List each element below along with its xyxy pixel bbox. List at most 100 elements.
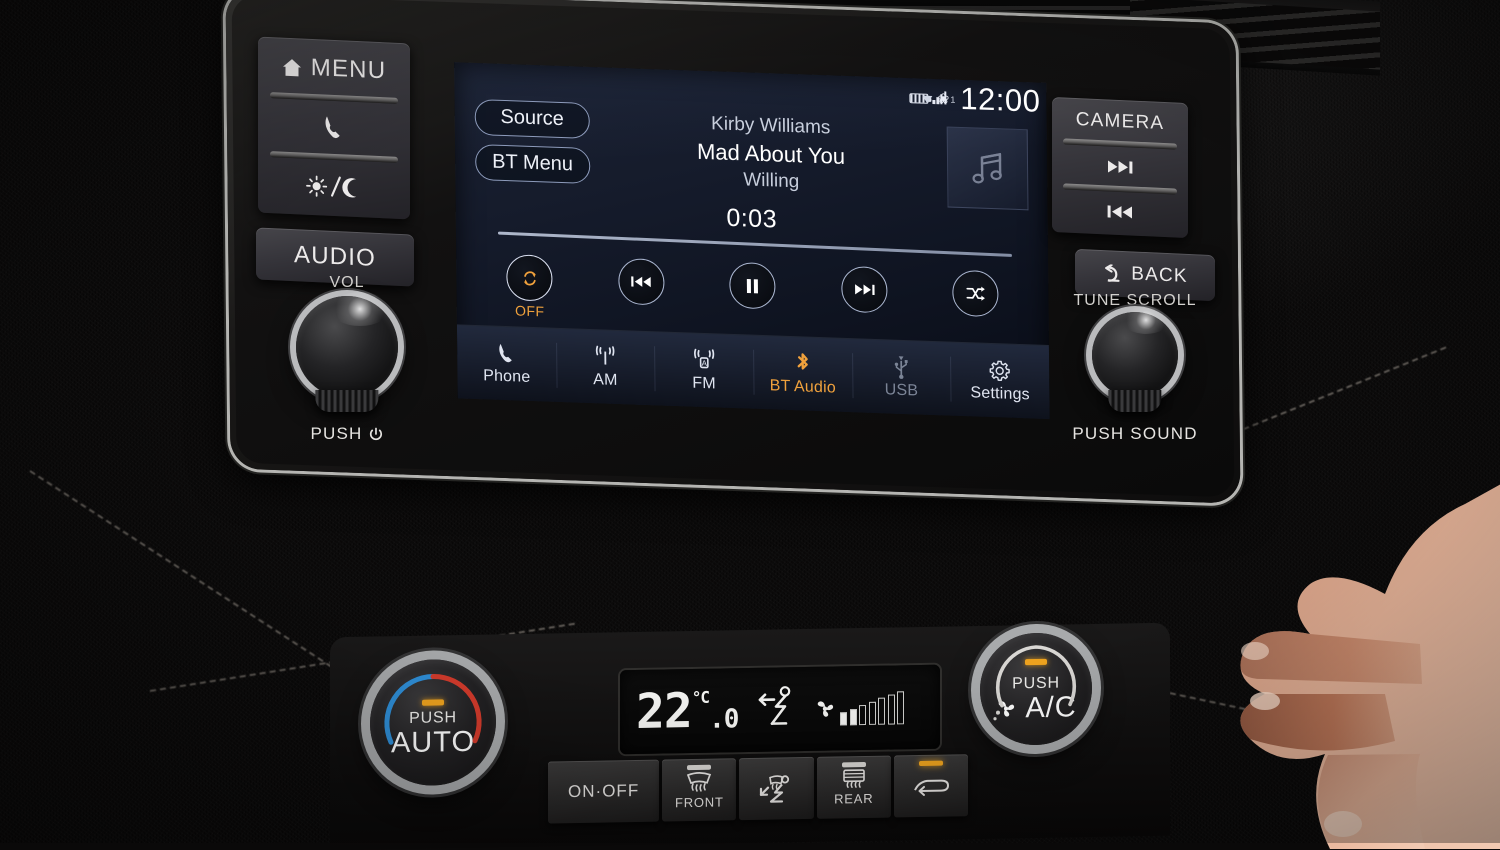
now-playing-info: Kirby Williams Mad About You Willing — [633, 108, 910, 199]
fan-knob[interactable]: PUSH A/C — [980, 632, 1092, 746]
shuffle-button[interactable] — [950, 270, 1000, 318]
back-arrow-icon — [1102, 264, 1124, 283]
airflow-face-icon — [752, 683, 800, 736]
pause-icon — [744, 277, 760, 295]
fan-arc — [980, 632, 1092, 746]
source-button[interactable]: Source — [475, 99, 590, 139]
volume-knob[interactable] — [296, 296, 398, 398]
next-track-button[interactable] — [839, 266, 889, 314]
climate-control-panel: 22 °C .0 ON·OFF — [330, 623, 1170, 850]
tab-label: FM — [692, 375, 716, 394]
day-night-button[interactable] — [258, 154, 410, 220]
tab-phone[interactable]: Phone — [457, 325, 556, 401]
clock: 12:00 — [960, 83, 1040, 118]
vol-label: VOL — [329, 274, 364, 292]
fan-icon — [814, 697, 836, 719]
recirculate-button[interactable] — [894, 754, 968, 817]
fan-bar — [850, 709, 857, 726]
fm-radio-icon: A — [690, 347, 718, 372]
tune-knob-assembly: TUNE SCROLL PUSH SOUND — [1092, 312, 1178, 398]
rear-defrost-led — [842, 762, 866, 767]
temperature-readout: 22 °C .0 — [636, 686, 738, 736]
repeat-icon-wrap — [506, 254, 552, 302]
album-art-placeholder — [947, 126, 1029, 210]
tab-fm[interactable]: A FM — [654, 332, 753, 408]
rear-defrost-label: REAR — [834, 791, 873, 807]
temperature-value: 22 — [636, 687, 692, 736]
screen-pill-buttons: Source BT Menu — [475, 99, 591, 184]
usb-icon — [893, 355, 909, 380]
airflow-mode-icon — [758, 773, 796, 804]
bluetooth-icon — [794, 351, 811, 376]
fan-indicator — [1025, 659, 1047, 665]
shuffle-icon — [964, 284, 986, 303]
fan-bar — [878, 698, 885, 725]
front-defrost-led — [687, 765, 711, 770]
previous-icon — [630, 273, 652, 290]
next-icon — [853, 281, 875, 298]
temperature-indicator — [422, 699, 444, 705]
bluetooth-device-count: 1 — [950, 94, 955, 104]
repeat-state-label: OFF — [515, 302, 545, 319]
repeat-button[interactable]: OFF — [504, 254, 555, 320]
am-radio-icon — [591, 344, 619, 369]
phone-hard-button[interactable] — [258, 95, 410, 161]
signal-bars-icon — [933, 90, 947, 104]
previous-icon-wrap — [618, 258, 664, 306]
fan-bar — [869, 702, 876, 725]
previous-track-button[interactable] — [616, 258, 666, 306]
tab-label: Settings — [970, 384, 1030, 404]
tab-label: Phone — [483, 367, 530, 387]
temperature-unit: °C — [692, 689, 709, 707]
tab-settings[interactable]: Settings — [950, 343, 1049, 419]
transport-controls: OFF — [504, 254, 1001, 335]
bt-menu-button[interactable]: BT Menu — [475, 144, 590, 184]
infotainment-screen[interactable]: ❀ 1 12:00 Source BT Menu Kirby Williams … — [454, 62, 1049, 419]
tab-label: AM — [593, 371, 618, 390]
vol-push-label: PUSH — [310, 424, 383, 444]
rear-defrost-button[interactable]: REAR — [817, 756, 891, 819]
status-bar: ❀ 1 12:00 — [909, 81, 1040, 118]
temperature-decimal: .0 — [709, 706, 738, 733]
fan-bar — [888, 694, 895, 724]
defrost-rear-icon — [839, 768, 869, 791]
tab-am[interactable]: AM — [556, 329, 655, 405]
gear-icon — [988, 358, 1011, 383]
fan-bar — [859, 705, 866, 725]
tune-label: TUNE SCROLL — [1073, 292, 1196, 310]
onoff-label: ON·OFF — [568, 781, 639, 802]
previous-icon — [1105, 203, 1135, 220]
recirculate-icon — [911, 773, 951, 798]
back-label: BACK — [1131, 263, 1188, 288]
tune-push-label: PUSH SOUND — [1072, 424, 1197, 444]
tab-bt-audio[interactable]: BT Audio — [753, 336, 852, 412]
power-icon — [369, 427, 384, 442]
recirculate-led — [919, 761, 943, 766]
tab-usb[interactable]: USB — [852, 339, 951, 415]
pause-button[interactable] — [727, 262, 777, 310]
right-button-stack: CAMERA — [1052, 97, 1188, 238]
temperature-knob-assembly: PUSH AUTO — [370, 658, 496, 786]
temperature-arc — [370, 658, 496, 786]
left-button-stack: MENU — [258, 37, 410, 220]
home-icon — [282, 57, 302, 77]
next-icon — [1105, 158, 1135, 175]
shuffle-icon-wrap — [952, 270, 998, 318]
svg-text:A: A — [701, 359, 707, 368]
pause-icon-wrap — [729, 262, 775, 310]
tune-scroll-knob[interactable] — [1092, 312, 1178, 398]
front-defrost-button[interactable]: FRONT — [662, 758, 736, 821]
music-note-icon — [966, 147, 1008, 190]
climate-button-row: ON·OFF FRONT — [548, 754, 968, 823]
climate-onoff-button[interactable]: ON·OFF — [548, 760, 659, 824]
next-icon-wrap — [841, 266, 887, 314]
tab-label: BT Audio — [770, 377, 836, 397]
temperature-knob[interactable]: PUSH AUTO — [370, 658, 496, 786]
airflow-mode-button[interactable] — [739, 757, 813, 820]
day-night-icon — [306, 172, 362, 201]
defrost-front-icon — [684, 770, 714, 795]
seek-down-button[interactable] — [1052, 186, 1188, 238]
front-defrost-label: FRONT — [675, 794, 724, 810]
volume-knob-assembly: VOL PUSH — [296, 296, 398, 398]
push-text: PUSH — [310, 424, 362, 444]
